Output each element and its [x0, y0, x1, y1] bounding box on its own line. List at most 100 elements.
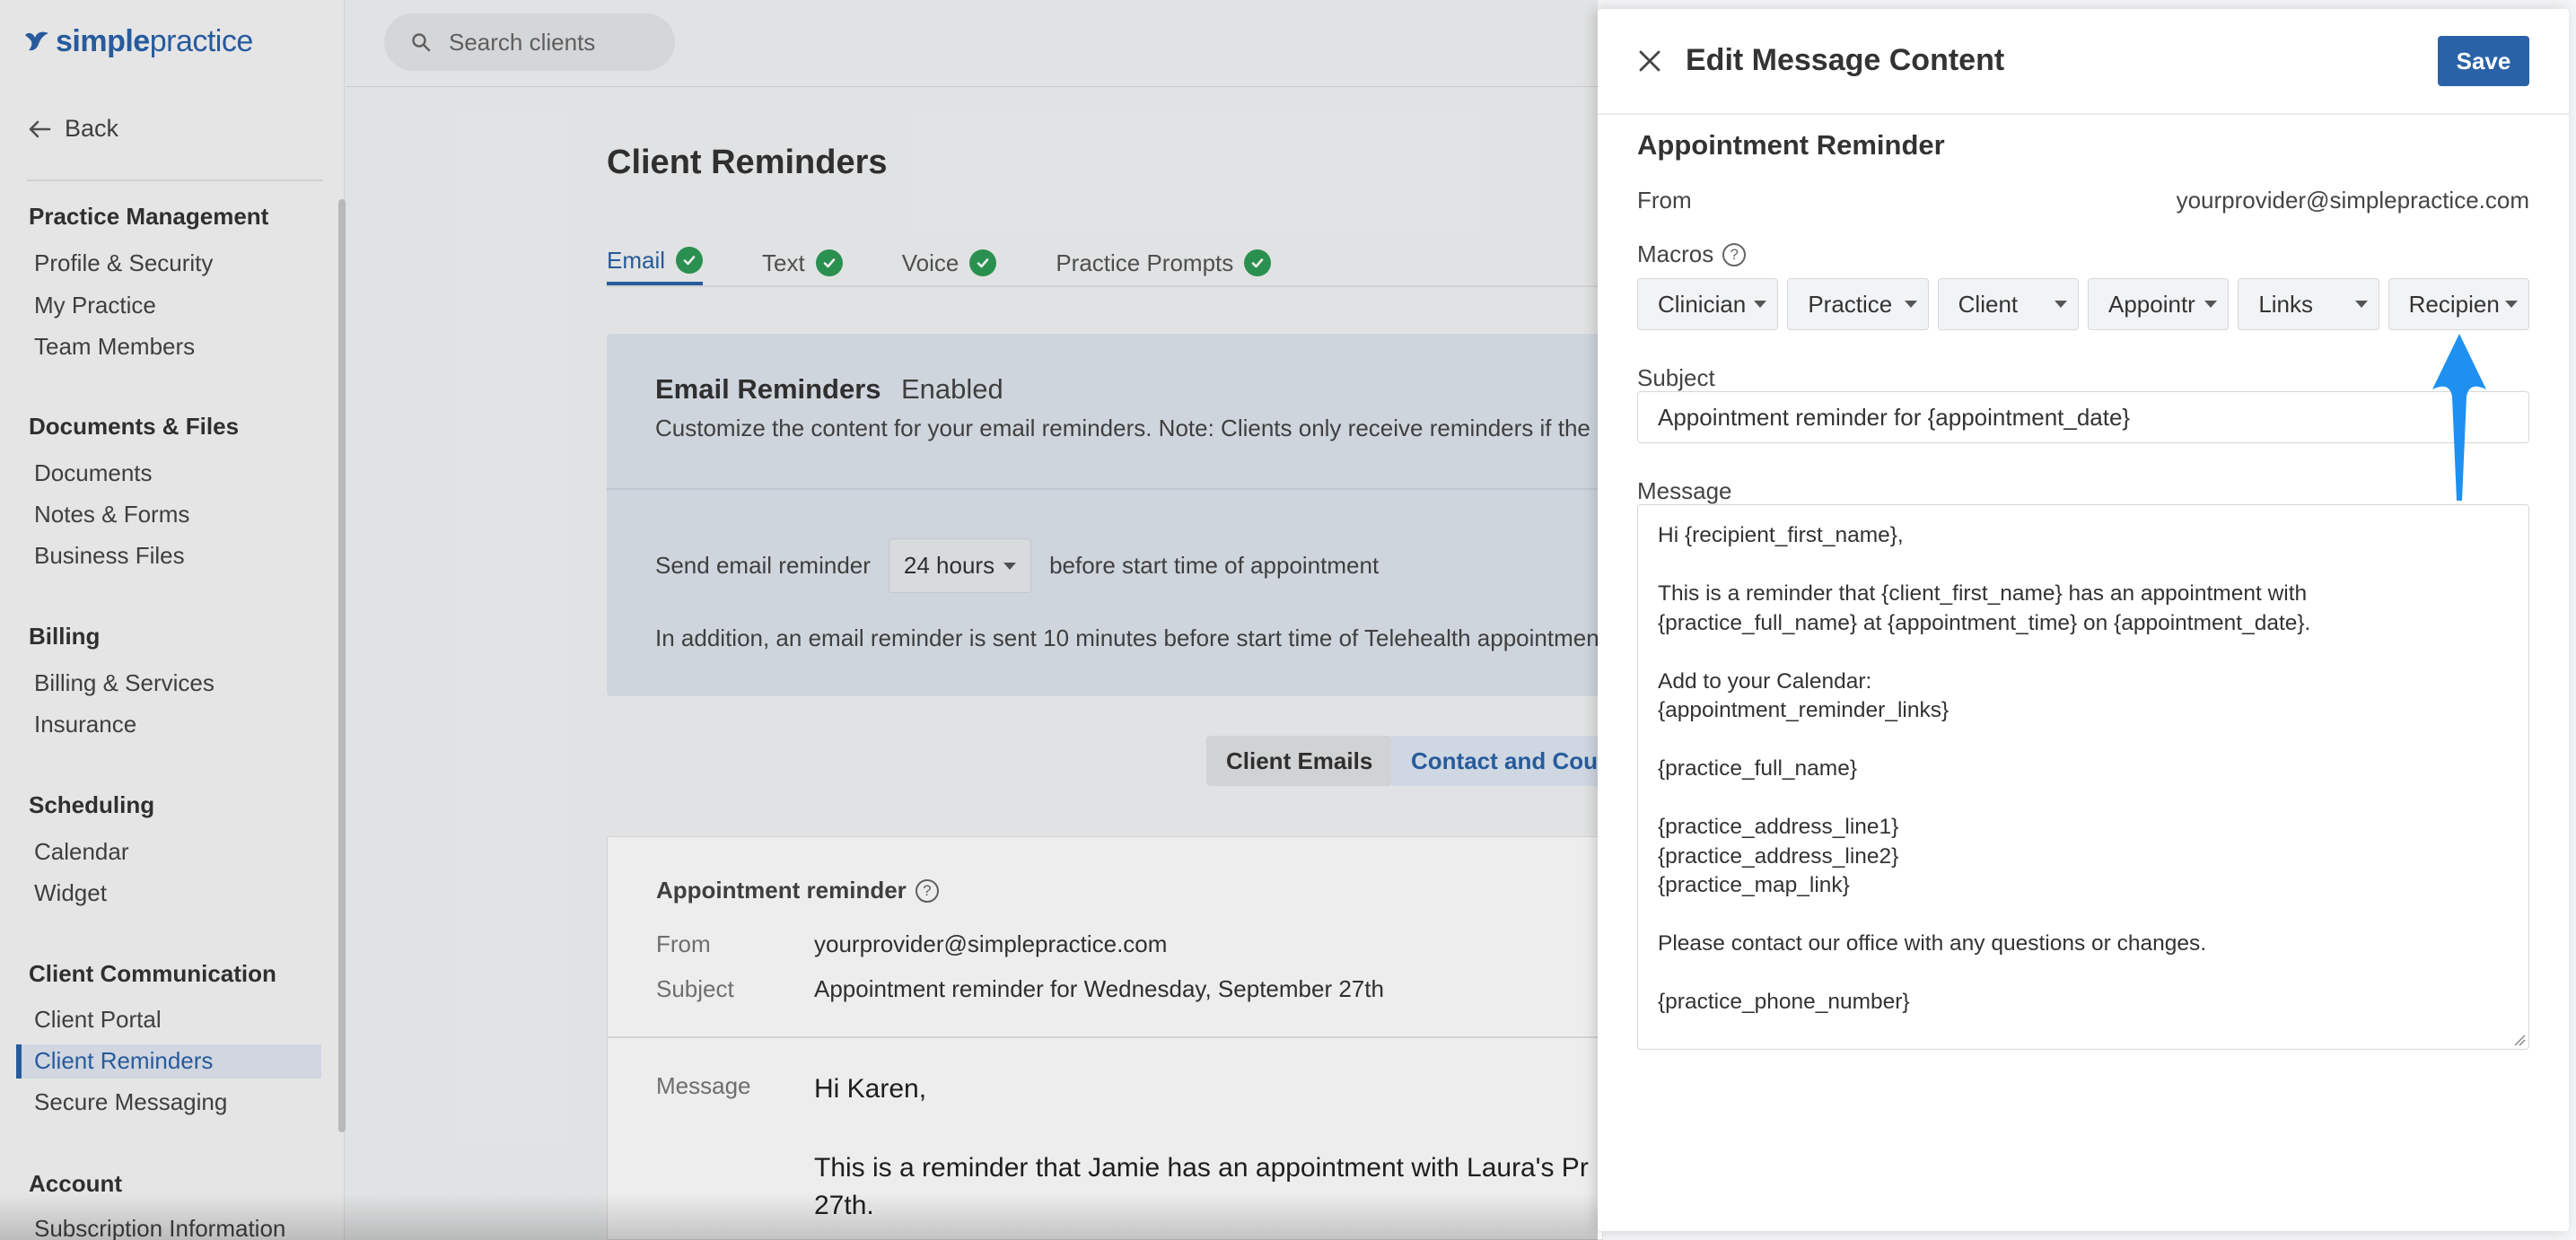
- macro-dropdown-appointment[interactable]: Appointr: [2087, 278, 2230, 330]
- preview-subject-value: Appointment reminder for Wednesday, Sept…: [814, 975, 1384, 1002]
- check-circle-icon: [1244, 249, 1272, 276]
- check-circle-icon: [815, 249, 843, 276]
- send-label: Send email reminder: [655, 552, 871, 579]
- sidebar-item-insurance[interactable]: Insurance: [34, 711, 136, 738]
- sidebar-item-documents[interactable]: Documents: [34, 459, 153, 487]
- message-label: Message: [1637, 477, 1732, 504]
- email-reminders-title: Email Reminders: [655, 373, 881, 405]
- sidebar-item-subscription-information[interactable]: Subscription Information: [34, 1215, 285, 1240]
- section-scheduling: Scheduling: [29, 791, 155, 818]
- sidebar-item-profile-security[interactable]: Profile & Security: [34, 249, 213, 277]
- macro-label: Client: [1958, 290, 2019, 318]
- sidebar-item-business-files[interactable]: Business Files: [34, 542, 185, 570]
- sidebar-item-notes-forms[interactable]: Notes & Forms: [34, 501, 189, 528]
- simplepractice-logo[interactable]: simple practice: [22, 20, 253, 63]
- section-client-communication: Client Communication: [29, 960, 276, 987]
- tab-practice-prompts[interactable]: Practice Prompts: [1056, 240, 1272, 285]
- macro-dropdown-client[interactable]: Client: [1937, 278, 2079, 330]
- macro-label: Links: [2258, 290, 2314, 318]
- sidebar-divider: [27, 179, 323, 181]
- close-icon[interactable]: [1634, 45, 1666, 77]
- help-icon[interactable]: ?: [1722, 242, 1747, 266]
- sidebar-scrollbar[interactable]: [338, 199, 346, 1132]
- telehealth-note: In addition, an email reminder is sent 1…: [655, 624, 1599, 651]
- client-emails-button[interactable]: Client Emails: [1206, 736, 1393, 786]
- preview-message-label: Message: [656, 1072, 751, 1099]
- subject-input[interactable]: [1637, 391, 2529, 443]
- preview-divider: [608, 1036, 1604, 1038]
- check-circle-icon: [969, 249, 997, 276]
- macro-dropdown-practice[interactable]: Practice: [1787, 278, 1929, 330]
- sidebar-item-billing-services[interactable]: Billing & Services: [34, 669, 215, 697]
- preview-body-line: Hi Karen,: [814, 1074, 927, 1104]
- search-clients-input[interactable]: Search clients: [384, 13, 675, 71]
- tab-email-label: Email: [607, 246, 666, 274]
- macro-label: Practice: [1808, 290, 1893, 318]
- logo-text-bold: simple: [56, 23, 150, 58]
- caret-down-icon: [1754, 301, 1767, 308]
- resize-handle-icon[interactable]: [2513, 1034, 2526, 1046]
- preview-body-line: 27th.: [814, 1191, 874, 1220]
- logo-text: practice: [149, 23, 254, 58]
- macros-label: Macros ?: [1637, 240, 1747, 268]
- section-documents-files: Documents & Files: [29, 413, 240, 440]
- tab-voice[interactable]: Voice: [902, 240, 997, 285]
- macro-label: Recipien: [2408, 290, 2500, 318]
- drawer-heading: Appointment Reminder: [1637, 129, 1945, 161]
- drawer-divider: [1598, 113, 2569, 115]
- preview-from-label: From: [656, 930, 711, 957]
- sidebar-item-client-reminders[interactable]: Client Reminders: [34, 1047, 213, 1075]
- email-reminders-panel: Email Reminders Enabled Customize the co…: [607, 334, 1603, 696]
- sidebar: simple practice Back Practice Management …: [0, 0, 346, 1240]
- contact-button[interactable]: Contact and Coup: [1391, 736, 1607, 786]
- macro-dropdown-clinician[interactable]: Clinician: [1637, 278, 1779, 330]
- preview-from-value: yourprovider@simplepractice.com: [814, 930, 1168, 957]
- sidebar-item-client-portal[interactable]: Client Portal: [34, 1006, 162, 1034]
- tab-text-label: Text: [762, 249, 805, 276]
- caret-down-icon: [2504, 301, 2518, 308]
- email-reminders-description: Customize the content for your email rem…: [655, 415, 1590, 441]
- subject-label: Subject: [1637, 364, 1715, 391]
- drawer-title: Edit Message Content: [1686, 43, 2005, 77]
- section-billing: Billing: [29, 623, 101, 650]
- top-divider: [346, 86, 1602, 87]
- send-reminder-row: Send email reminder 24 hours before star…: [655, 538, 1379, 593]
- appointment-reminder-preview: Appointment reminder ? From yourprovider…: [607, 836, 1604, 1240]
- channel-tabs: Email Text Voice Practice Prompts: [607, 240, 1330, 285]
- macro-dropdown-recipient[interactable]: Recipien: [2388, 278, 2529, 330]
- drawer-from-label: From: [1637, 187, 1692, 214]
- caret-down-icon: [2354, 301, 2368, 308]
- macros-row: Clinician Practice Client Appointr Links…: [1637, 278, 2529, 330]
- caret-down-icon: [2054, 301, 2067, 308]
- save-button[interactable]: Save: [2438, 36, 2529, 86]
- tab-text[interactable]: Text: [762, 240, 843, 285]
- tab-email[interactable]: Email: [607, 240, 704, 285]
- help-icon[interactable]: ?: [915, 878, 939, 903]
- edit-message-drawer: Edit Message Content Save Appointment Re…: [1598, 9, 2569, 1231]
- arrow-left-icon: [29, 120, 51, 137]
- search-placeholder: Search clients: [449, 28, 596, 56]
- sidebar-item-my-practice[interactable]: My Practice: [34, 292, 156, 319]
- macro-label: Clinician: [1658, 290, 1747, 318]
- back-link[interactable]: Back: [27, 115, 118, 143]
- bird-logo-icon: [25, 31, 48, 51]
- sidebar-item-calendar[interactable]: Calendar: [34, 838, 129, 866]
- email-reminders-status: Enabled: [901, 373, 1003, 405]
- preview-body-line: This is a reminder that Jamie has an app…: [814, 1153, 1589, 1183]
- tabs-underline: [607, 285, 1603, 287]
- sidebar-item-widget[interactable]: Widget: [34, 879, 107, 907]
- reminder-timing-value: 24 hours: [903, 552, 995, 579]
- reminder-timing-select[interactable]: 24 hours: [888, 538, 1032, 593]
- caret-down-icon: [1003, 562, 1017, 570]
- preview-title-text: Appointment reminder: [656, 877, 907, 904]
- message-textarea[interactable]: Hi {recipient_first_name}, This is a rem…: [1637, 504, 2529, 1050]
- panel-divider: [607, 488, 1603, 490]
- macro-label: Appointr: [2107, 290, 2195, 318]
- section-account: Account: [29, 1170, 122, 1197]
- tab-practice-prompts-label: Practice Prompts: [1056, 249, 1234, 276]
- sidebar-item-secure-messaging[interactable]: Secure Messaging: [34, 1088, 227, 1116]
- macro-dropdown-links[interactable]: Links: [2238, 278, 2379, 330]
- sidebar-item-team-members[interactable]: Team Members: [34, 333, 195, 361]
- preview-subject-label: Subject: [656, 975, 734, 1002]
- drawer-from-value: yourprovider@simplepractice.com: [2176, 187, 2529, 214]
